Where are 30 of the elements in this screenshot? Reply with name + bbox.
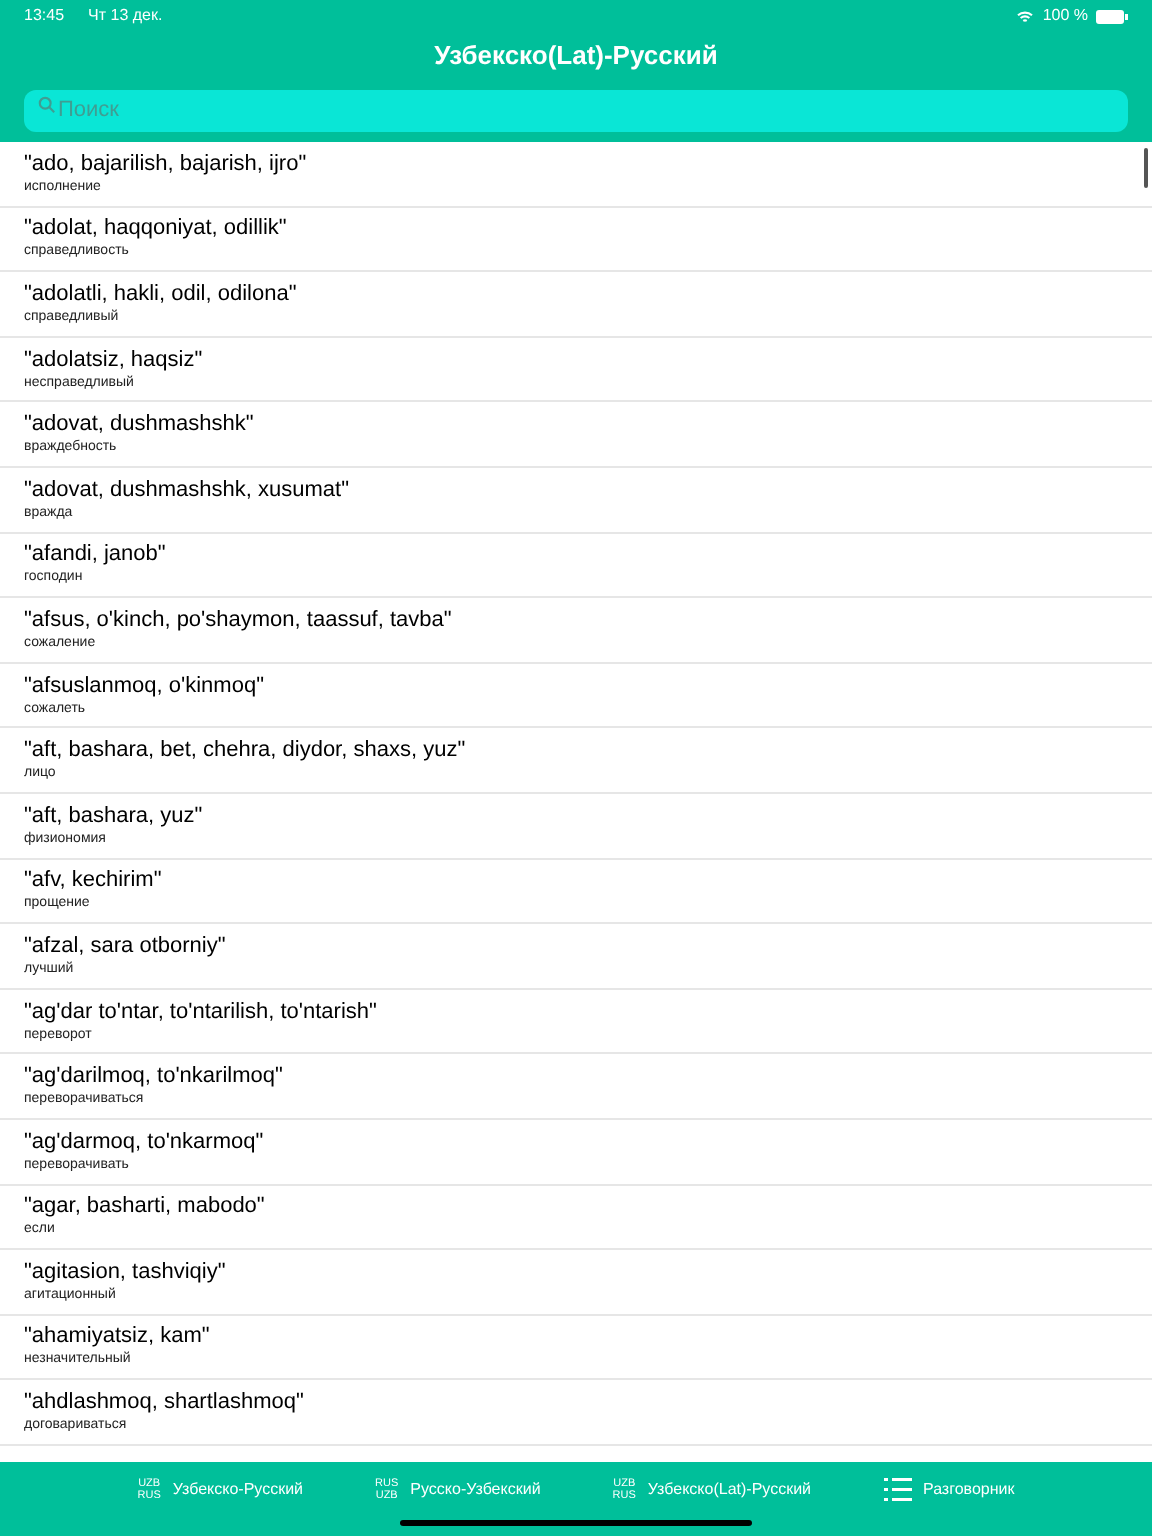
entry-word: "ahamiyatsiz, kam" bbox=[24, 1322, 210, 1351]
entry-word: "adovat, dushmashshk" bbox=[24, 410, 254, 439]
entry-word: "afsuslanmoq, o'kinmoq" bbox=[24, 671, 264, 700]
battery-percent: 100 % bbox=[1042, 4, 1088, 28]
entry-word: "ag'darmoq, to'nkarmoq" bbox=[24, 1127, 264, 1156]
search-field[interactable]: Поиск bbox=[24, 89, 1128, 131]
entry-word: "afandi, janob" bbox=[24, 540, 166, 569]
entry-word: "ag'dar to'ntar, to'ntarilish, to'ntarish" bbox=[24, 997, 377, 1026]
entry-word: "agitasion, tashviqiy" bbox=[24, 1257, 226, 1286]
entry-word: "adovat, dushmashshk, xusumat" bbox=[24, 475, 350, 504]
entry-word: "afzal, sara otborniy" bbox=[24, 931, 226, 960]
status-time: 13:45 bbox=[24, 4, 65, 28]
list-icon bbox=[883, 1478, 911, 1502]
entry-word: "afv, kechirim" bbox=[24, 866, 162, 895]
entry-word: "adolat, haqqoniyat, odillik" bbox=[24, 214, 287, 243]
battery-icon bbox=[1096, 9, 1128, 23]
entry-word: "adolatsiz, haqsiz" bbox=[24, 345, 203, 374]
entry-word: "ag'darilmoq, to'nkarilmoq" bbox=[24, 1062, 283, 1091]
wifi-icon bbox=[1016, 9, 1035, 23]
entry-word: "afsus, o'kinch, po'shaymon, taassuf, tavba" bbox=[24, 605, 452, 634]
status-date: Чт 13 дек. bbox=[88, 4, 163, 28]
entry-word: "ahdlashmoq, shartlashmoq" bbox=[24, 1388, 304, 1417]
scroll-indicator bbox=[1144, 148, 1148, 188]
entry-word: "aft, bashara, bet, chehra, diydor, shaxs, yuz" bbox=[24, 736, 466, 765]
screen-title: Узбекско(Lat)-Русский bbox=[434, 38, 718, 75]
entry-word: "agar, basharti, mabodo" bbox=[24, 1192, 265, 1221]
search-icon bbox=[38, 96, 56, 114]
entry-word: "ado, bajarilish, bajarish, ijro" bbox=[24, 149, 307, 178]
entry-word: "aft, bashara, yuz" bbox=[24, 801, 203, 830]
entry-word: "adolatli, hakli, odil, odilona" bbox=[24, 279, 297, 308]
